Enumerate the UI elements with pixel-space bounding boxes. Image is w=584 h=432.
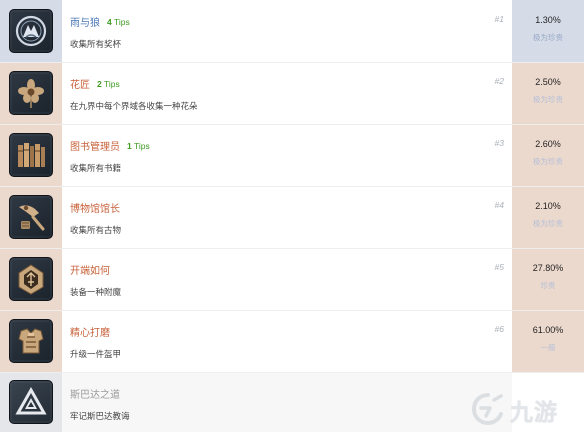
achievement-row[interactable]: 精心打磨 升级一件盔甲 #6 61.00% 一般	[0, 310, 584, 372]
artifacts-icon	[9, 195, 53, 239]
tips-count: 4	[107, 16, 112, 27]
achievement-icon-cell	[0, 372, 62, 432]
achievement-description: 升级一件盔甲	[70, 350, 122, 360]
achievement-content: 图书管理员 1 Tips 收集所有书籍 #3	[62, 124, 512, 186]
achievement-icon-cell	[0, 248, 62, 310]
achievement-title: 图书管理员	[70, 142, 120, 153]
unlock-percent: 27.80%	[532, 263, 564, 273]
achievement-title: 博物馆馆长	[70, 204, 120, 215]
spartan-triangle-icon	[9, 380, 53, 424]
achievement-number: #4	[494, 200, 504, 210]
row-divider	[0, 248, 584, 249]
achievement-icon-cell	[0, 62, 62, 124]
achievement-description: 收集所有奖杯	[70, 40, 122, 50]
rarity-cell: 61.00% 一般	[512, 310, 584, 372]
books-icon	[9, 133, 53, 177]
rarity-label: 珍贵	[540, 281, 556, 290]
tips-word: Tips	[133, 140, 150, 151]
rarity-cell: 2.60% 极为珍贵	[512, 124, 584, 186]
unlock-percent: 61.00%	[532, 325, 564, 335]
achievement-description: 牢记斯巴达教诲	[70, 412, 130, 422]
row-divider	[0, 310, 584, 311]
achievement-title: 开端如何	[70, 266, 110, 277]
achievement-title: 雨与狼	[70, 18, 100, 29]
achievement-number: #2	[494, 76, 504, 86]
unlock-percent: 2.10%	[535, 201, 561, 211]
rarity-cell: 2.10% 极为珍贵	[512, 186, 584, 248]
achievement-content: 开端如何 装备一种附魔 #5	[62, 248, 512, 310]
tips-word: Tips	[113, 16, 130, 27]
achievement-number: #5	[494, 262, 504, 272]
rarity-label: 极为珍贵	[533, 157, 563, 166]
achievement-list: 雨与狼 4 Tips 收集所有奖杯 #1 1.30% 极为珍贵 花匠 2 Tip…	[0, 0, 584, 432]
unlock-percent: 2.60%	[535, 139, 561, 149]
achievement-icon-cell	[0, 310, 62, 372]
tips-word: Tips	[103, 78, 120, 89]
achievement-description: 在九界中每个界域各收集一种花朵	[70, 102, 198, 112]
achievement-icon-cell	[0, 0, 62, 62]
achievement-content: 斯巴达之道 牢记斯巴达教诲	[62, 372, 512, 432]
wolf-emblem-icon	[9, 9, 53, 53]
watermark-text: 九游	[510, 400, 558, 426]
rarity-label: 极为珍贵	[533, 33, 563, 42]
rarity-cell: 27.80% 珍贵	[512, 248, 584, 310]
unlock-percent: 2.50%	[535, 77, 561, 87]
unlock-percent: 1.30%	[535, 15, 561, 25]
achievement-content: 博物馆馆长 收集所有古物 #4	[62, 186, 512, 248]
tips-link[interactable]: 2 Tips	[97, 79, 120, 89]
achievement-content: 精心打磨 升级一件盔甲 #6	[62, 310, 512, 372]
tips-link[interactable]: 1 Tips	[127, 141, 150, 151]
flower-icon	[9, 71, 53, 115]
row-divider	[0, 186, 584, 187]
row-divider	[0, 62, 584, 63]
rarity-label: 极为珍贵	[533, 95, 563, 104]
rarity-cell: 2.50% 极为珍贵	[512, 62, 584, 124]
watermark: 九游	[468, 390, 558, 430]
armor-icon	[9, 319, 53, 363]
achievement-row[interactable]: 图书管理员 1 Tips 收集所有书籍 #3 2.60% 极为珍贵	[0, 124, 584, 186]
achievement-description: 收集所有古物	[70, 226, 122, 236]
achievement-description: 装备一种附魔	[70, 288, 122, 298]
achievement-content: 雨与狼 4 Tips 收集所有奖杯 #1	[62, 0, 512, 62]
rarity-label: 极为珍贵	[533, 219, 563, 228]
tips-count: 1	[127, 140, 132, 151]
tips-count: 2	[97, 78, 102, 89]
achievement-row[interactable]: 博物馆馆长 收集所有古物 #4 2.10% 极为珍贵	[0, 186, 584, 248]
achievement-icon-cell	[0, 124, 62, 186]
jiuyou-logo-icon	[471, 393, 503, 426]
achievement-row[interactable]: 开端如何 装备一种附魔 #5 27.80% 珍贵	[0, 248, 584, 310]
achievement-number: #1	[494, 14, 504, 24]
achievement-content: 花匠 2 Tips 在九界中每个界域各收集一种花朵 #2	[62, 62, 512, 124]
achievement-title: 花匠	[70, 80, 90, 91]
row-divider	[0, 372, 584, 373]
achievement-icon-cell	[0, 186, 62, 248]
achievement-row[interactable]: 花匠 2 Tips 在九界中每个界域各收集一种花朵 #2 2.50% 极为珍贵	[0, 62, 584, 124]
rarity-cell: 1.30% 极为珍贵	[512, 0, 584, 62]
enchantment-icon	[9, 257, 53, 301]
tips-link[interactable]: 4 Tips	[107, 17, 130, 27]
rarity-label: 一般	[540, 343, 556, 352]
achievement-title: 斯巴达之道	[70, 390, 120, 401]
achievement-number: #3	[494, 138, 504, 148]
achievement-description: 收集所有书籍	[70, 164, 122, 174]
achievement-row[interactable]: 雨与狼 4 Tips 收集所有奖杯 #1 1.30% 极为珍贵	[0, 0, 584, 62]
achievement-number: #6	[494, 324, 504, 334]
achievement-title: 精心打磨	[70, 328, 110, 339]
row-divider	[0, 124, 584, 125]
